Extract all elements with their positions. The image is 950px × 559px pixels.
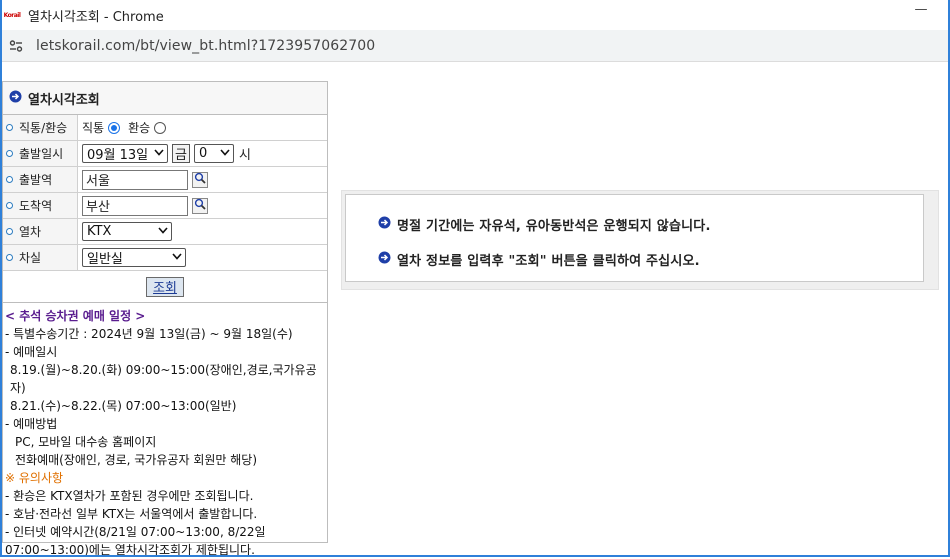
holiday-notice: < 추석 승차권 예매 일정 > - 특별수송기간 : 2024년 9월 13일… <box>3 303 327 559</box>
car-class-row: 차실 일반실 <box>3 245 327 271</box>
bullet-icon <box>6 176 13 183</box>
info-line-2: 열차 정보를 입력후 "조회" 버튼을 클릭하여 주십시오. <box>378 250 700 269</box>
caution-line: - 호남·전라선 일부 KTX는 서울역에서 출발합니다. <box>5 507 258 521</box>
bullet-icon <box>6 202 13 209</box>
notice-line: - 예매방법 <box>5 417 58 431</box>
transfer-label: 직통/환승 <box>19 121 68 135</box>
arrow-right-circle-icon <box>9 90 22 107</box>
minimize-button[interactable]: — <box>914 2 928 22</box>
site-info-icon[interactable] <box>8 38 24 54</box>
notice-line: 전화예매(장애인, 경로, 국가유공자 회원만 해당) <box>15 453 258 467</box>
arrival-label: 도착역 <box>19 199 53 213</box>
submit-row: 조회 <box>3 271 327 303</box>
departure-row: 출발역 서울 <box>3 167 327 193</box>
bullet-icon <box>6 150 13 157</box>
arrival-search-button[interactable] <box>192 197 208 214</box>
transfer-option-label: 환승 <box>128 121 151 135</box>
korail-favicon-icon: Korail <box>3 11 21 19</box>
caution-line: - 인터넷 예약시간(8/21일 07:00~13:00, 8/22일 <box>5 525 266 539</box>
hour-unit-label: 시 <box>238 148 251 163</box>
date-row: 출발일시 09월 13일 금 0 시 <box>3 141 327 167</box>
panel-title: 열차시각조회 <box>28 92 100 108</box>
departure-label: 출발역 <box>19 173 53 187</box>
info-text: 열차 정보를 입력후 "조회" 버튼을 클릭하여 주십시오. <box>397 254 700 269</box>
train-schedule-panel: 열차시각조회 직통/환승 직통 환승 출발일시 09월 13일 금 0 시 출발… <box>2 81 328 557</box>
notice-line: PC, 모바일 대수송 홈페이지 <box>15 435 157 449</box>
arrow-right-circle-icon <box>378 251 391 268</box>
notice-line: - 예매일시 <box>5 345 58 359</box>
arrow-right-circle-icon <box>378 216 391 233</box>
direct-option-label: 직통 <box>82 121 105 135</box>
train-row: 열차 KTX <box>3 219 327 245</box>
departure-search-button[interactable] <box>192 171 208 188</box>
date-select[interactable]: 09월 13일 <box>82 144 168 163</box>
notice-heading: < 추석 승차권 예매 일정 > <box>5 309 146 323</box>
bullet-icon <box>6 228 13 235</box>
notice-line: - 특별수송기간 : 2024년 9월 13일(금) ~ 9월 18일(수) <box>5 327 293 341</box>
caution-line: 07:00~13:00)에는 열차시각조회가 제한됩니다. <box>5 543 255 557</box>
chevron-down-icon <box>172 252 182 263</box>
hour-select[interactable]: 0 <box>193 144 234 163</box>
arrival-row: 도착역 부산 <box>3 193 327 219</box>
transfer-row: 직통/환승 직통 환승 <box>3 115 327 141</box>
magnifier-icon <box>194 198 206 213</box>
train-label: 열차 <box>19 225 42 239</box>
direct-radio[interactable] <box>108 121 121 134</box>
bullet-icon <box>6 254 13 261</box>
info-line-1: 명절 기간에는 자유석, 유아동반석은 운행되지 않습니다. <box>378 215 711 234</box>
url-text[interactable]: letskorail.com/bt/view_bt.html?172395706… <box>36 38 375 54</box>
notice-line: 8.21.(수)~8.22.(목) 07:00~13:00(일반) <box>10 399 237 413</box>
search-submit-button[interactable]: 조회 <box>146 276 184 297</box>
arrival-station-input[interactable]: 부산 <box>82 195 188 216</box>
title-bar: Korail 열차시각조회 - Chrome — <box>0 0 950 30</box>
car-class-select[interactable]: 일반실 <box>82 248 186 267</box>
car-class-label: 차실 <box>19 251 42 265</box>
caution-heading: ※ 유의사항 <box>5 471 64 485</box>
chevron-down-icon <box>220 148 230 159</box>
info-box: 명절 기간에는 자유석, 유아동반석은 운행되지 않습니다. 열차 정보를 입력… <box>341 190 939 290</box>
chevron-down-icon <box>154 148 164 159</box>
address-bar[interactable]: letskorail.com/bt/view_bt.html?172395706… <box>2 30 948 62</box>
panel-header: 열차시각조회 <box>3 82 327 115</box>
chevron-down-icon <box>158 226 168 237</box>
magnifier-icon <box>194 172 206 187</box>
bullet-icon <box>6 124 13 131</box>
departure-station-input[interactable]: 서울 <box>82 169 188 190</box>
notice-line: 8.19.(월)~8.20.(화) 09:00~15:00(장애인,경로,국가유… <box>10 363 317 395</box>
transfer-radio[interactable] <box>154 121 167 134</box>
page-content: 열차시각조회 직통/환승 직통 환승 출발일시 09월 13일 금 0 시 출발… <box>2 63 948 557</box>
train-type-select[interactable]: KTX <box>82 222 172 241</box>
weekday-display: 금 <box>172 144 190 163</box>
date-label: 출발일시 <box>19 147 64 161</box>
info-text: 명절 기간에는 자유석, 유아동반석은 운행되지 않습니다. <box>397 219 711 234</box>
caution-line: - 환승은 KTX열차가 포함된 경우에만 조회됩니다. <box>5 489 254 503</box>
window-title: 열차시각조회 - Chrome <box>28 9 164 25</box>
